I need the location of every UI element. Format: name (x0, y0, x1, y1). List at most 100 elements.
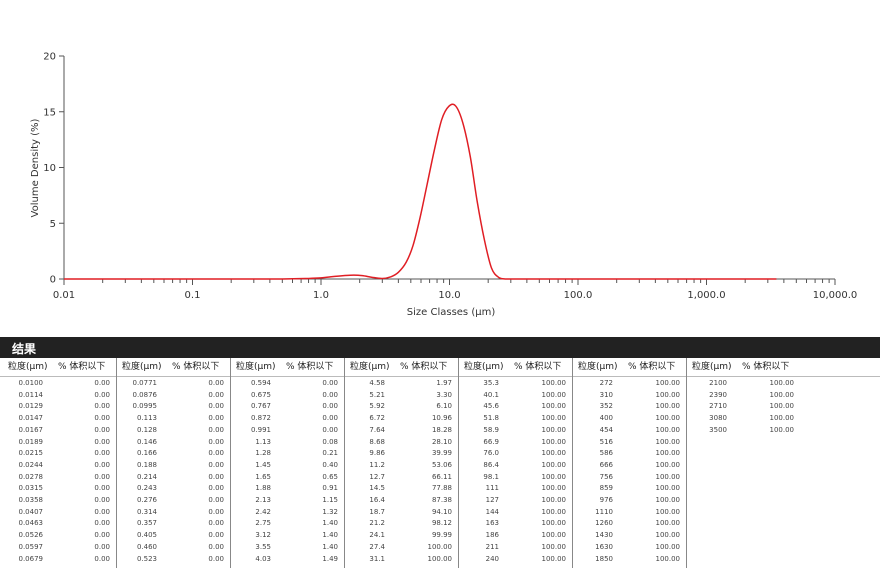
volume-cell: 100.00 (769, 379, 795, 387)
size-cell: 111 (485, 484, 499, 493)
volume-cell: 100.00 (541, 390, 567, 399)
volume-cell: 100.00 (655, 449, 681, 458)
size-cell: 31.1 (369, 554, 385, 563)
volume-cell: 0.00 (94, 379, 110, 387)
volume-cell: 0.00 (94, 390, 110, 399)
size-cell: 14.5 (369, 484, 385, 493)
volume-cell: 53.06 (431, 460, 452, 469)
size-cell: 0.113 (136, 414, 157, 423)
size-cell: 6.72 (369, 414, 385, 423)
volume-cell: 0.00 (208, 472, 224, 481)
volume-cell: 100.00 (541, 554, 567, 563)
size-cell: 5.92 (369, 402, 385, 411)
volume-cell: 100.00 (541, 425, 567, 434)
x-tick-label: 10,000.0 (813, 290, 858, 301)
column-header-size: 粒度(μm) (8, 362, 48, 372)
size-cell: 1.28 (255, 449, 271, 458)
size-cell: 1850 (595, 554, 613, 563)
volume-cell: 100.00 (541, 542, 567, 551)
size-cell: 0.128 (136, 425, 157, 434)
volume-cell: 0.00 (322, 379, 338, 387)
size-cell: 5.21 (369, 390, 385, 399)
size-cell: 2.75 (255, 519, 271, 528)
size-cell: 1.13 (255, 437, 271, 446)
volume-cell: 0.21 (322, 449, 338, 458)
size-cell: 1.88 (255, 484, 271, 493)
size-cell: 27.4 (369, 542, 385, 551)
volume-cell: 28.10 (431, 437, 452, 446)
size-cell: 0.523 (136, 554, 157, 563)
volume-cell: 0.00 (94, 519, 110, 528)
volume-cell: 1.40 (322, 542, 338, 551)
volume-cell: 1.40 (322, 531, 338, 540)
size-cell: 586 (599, 449, 613, 458)
volume-cell: 100.00 (541, 379, 567, 387)
size-cell: 0.405 (136, 531, 157, 540)
size-cell: 3500 (709, 425, 727, 434)
volume-cell: 0.00 (94, 496, 110, 504)
column-header-size: 粒度(μm) (464, 362, 504, 372)
y-axis-title: Volume Density (%) (30, 118, 41, 217)
size-cell: 0.0358 (18, 496, 44, 504)
size-cell: 0.0526 (18, 531, 44, 540)
size-cell: 66.9 (483, 437, 499, 446)
size-cell: 0.243 (136, 484, 157, 493)
volume-cell: 0.00 (208, 519, 224, 528)
volume-cell: 100.00 (769, 414, 795, 423)
size-cell: 16.4 (369, 496, 385, 504)
size-cell: 0.146 (136, 437, 157, 446)
size-cell: 1630 (595, 542, 613, 551)
volume-cell: 0.00 (94, 425, 110, 434)
results-table[interactable]: 粒度(μm) % 体积以下 0.0100 0.00 0.0114 0.00 0.0129 0.… (0, 358, 880, 568)
size-distribution-chart: 0 5 10 15 20 0.01 0.1 1.0 10.0 100.0 1,000.0 10,00… (30, 52, 858, 319)
volume-cell: 100.00 (655, 390, 681, 399)
y-axis: 0 5 10 15 20 (43, 52, 65, 286)
column-separator (572, 358, 573, 568)
volume-cell: 0.65 (322, 472, 338, 481)
volume-cell: 100.00 (769, 390, 795, 399)
volume-cell: 0.00 (322, 390, 338, 399)
volume-cell: 0.00 (208, 460, 224, 469)
x-axis-title: Size Classes (μm) (407, 307, 496, 318)
volume-cell: 3.30 (436, 390, 452, 399)
size-cell: 0.767 (250, 402, 271, 411)
volume-cell: 0.00 (94, 402, 110, 411)
size-cell: 272 (599, 379, 613, 387)
volume-cell: 100.00 (541, 484, 567, 493)
size-cell: 516 (599, 437, 613, 446)
column-header-size: 粒度(μm) (692, 362, 732, 372)
size-cell: 1260 (595, 519, 613, 528)
size-cell: 0.0167 (18, 425, 44, 434)
size-cell: 0.0407 (18, 507, 44, 516)
size-cell: 0.0597 (18, 542, 44, 551)
volume-cell: 0.00 (94, 460, 110, 469)
volume-cell: 1.32 (322, 507, 338, 516)
volume-cell: 0.00 (94, 449, 110, 458)
size-cell: 127 (485, 496, 499, 504)
volume-cell: 0.00 (94, 414, 110, 423)
volume-cell: 100.00 (655, 484, 681, 493)
size-cell: 211 (485, 542, 499, 551)
column-separator (458, 358, 459, 568)
column-header-volume: % 体积以下 (742, 362, 790, 372)
volume-cell: 100.00 (655, 402, 681, 411)
column-separator (116, 358, 117, 568)
results-title: 结果 (12, 342, 37, 356)
size-cell: 0.0876 (132, 390, 158, 399)
volume-cell: 39.99 (431, 449, 452, 458)
volume-cell: 0.00 (322, 425, 338, 434)
volume-cell: 0.00 (94, 554, 110, 563)
volume-density-curve (64, 103, 777, 280)
size-cell: 0.0771 (132, 379, 158, 387)
size-cell: 35.3 (483, 379, 499, 387)
x-tick-label: 1.0 (313, 290, 329, 301)
volume-cell: 100.00 (655, 425, 681, 434)
volume-cell: 10.96 (431, 414, 452, 423)
size-cell: 1.65 (255, 472, 271, 481)
size-cell: 0.460 (136, 542, 157, 551)
size-cell: 0.357 (136, 519, 157, 528)
volume-cell: 0.00 (208, 402, 224, 411)
column-header-volume: % 体积以下 (400, 362, 448, 372)
size-cell: 0.594 (250, 379, 271, 387)
size-cell: 3.55 (255, 542, 271, 551)
